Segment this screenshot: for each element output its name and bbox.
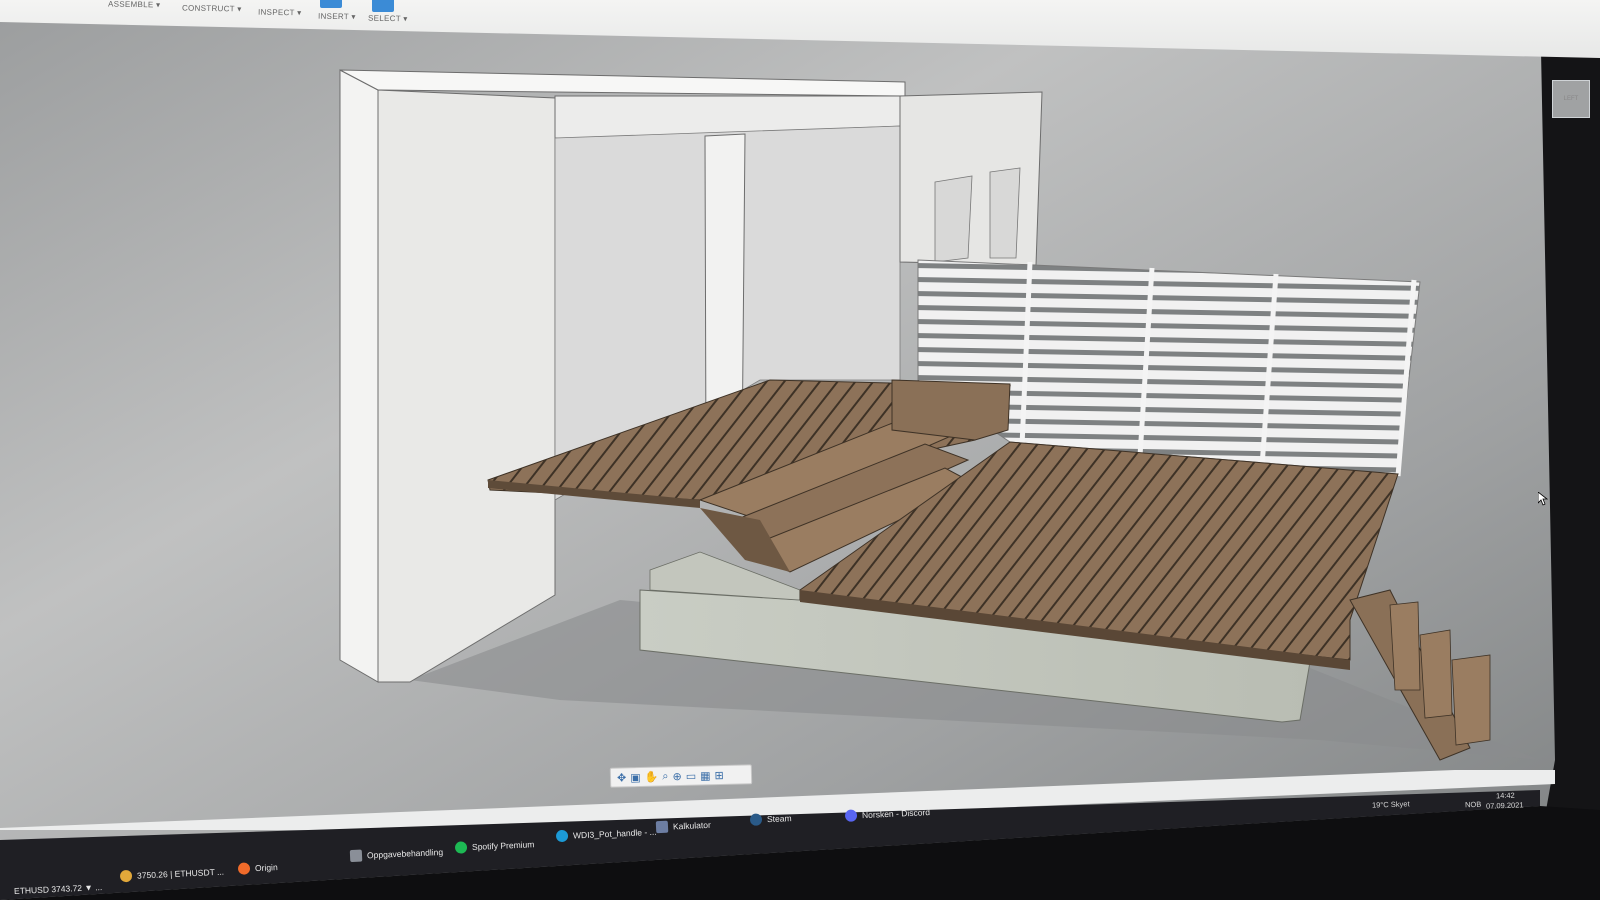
view-cube-label: LEFT [1563, 96, 1579, 102]
taskbar-app-origin[interactable]: Origin [237, 861, 278, 875]
toolbar-insert[interactable]: INSERT ▾ [318, 12, 356, 22]
tray-language[interactable]: NOB [1465, 800, 1482, 810]
chrome-icon [119, 869, 133, 883]
screen-photo: ASSEMBLE ▾ CONSTRUCT ▾ INSPECT ▾ INSERT … [0, 0, 1600, 900]
tray-weather[interactable]: 19°C Skyet [1372, 799, 1410, 809]
storage-box [891, 379, 1011, 441]
tray-time[interactable]: 14:42 [1496, 791, 1515, 801]
taskbar-bg [0, 790, 1600, 900]
window-right [989, 167, 1021, 259]
mouse-cursor-icon [1538, 492, 1548, 506]
calculator-icon [655, 820, 669, 834]
design-viewport[interactable] [0, 0, 1600, 900]
tray-date[interactable]: 07.09.2021 [1486, 800, 1524, 810]
wall-front-face [377, 89, 556, 683]
app-c-icon [555, 829, 569, 843]
taskbar-app-steam[interactable]: Steam [749, 812, 792, 826]
window-left [934, 175, 973, 263]
spotify-icon [454, 841, 468, 854]
wall-edge [339, 69, 379, 683]
toolbar-construct[interactable]: CONSTRUCT ▾ [182, 3, 242, 13]
toolbar-assemble[interactable]: ASSEMBLE ▾ [108, 0, 161, 9]
select-cursor-icon[interactable] [372, 0, 394, 12]
toolbar-inspect[interactable]: INSPECT ▾ [258, 8, 302, 18]
task-manager-icon [349, 849, 363, 863]
origin-icon [237, 862, 251, 875]
discord-icon [844, 809, 858, 822]
insert-icon[interactable] [320, 0, 342, 8]
view-cube[interactable]: LEFT [1552, 80, 1590, 118]
steam-icon [749, 813, 763, 826]
taskbar-app-calculator[interactable]: Kalkulator [655, 819, 711, 834]
toolbar-select[interactable]: SELECT ▾ [368, 14, 408, 24]
